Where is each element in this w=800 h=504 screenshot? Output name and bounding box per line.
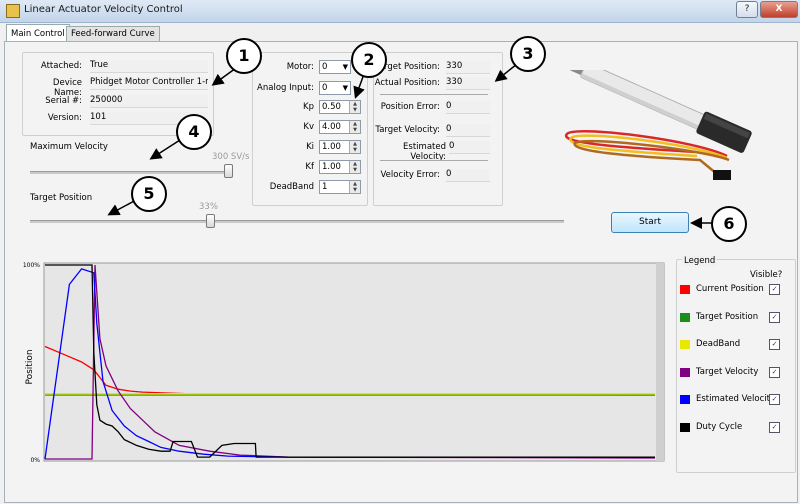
- legend-item: Estimated Velocity ✓: [680, 394, 790, 406]
- attached-value: True: [90, 60, 208, 73]
- callout-5: 5: [131, 176, 167, 212]
- serial-label: Serial #:: [45, 96, 82, 106]
- position-error-value: 0: [446, 101, 490, 114]
- analog-input-label: Analog Input:: [257, 83, 314, 93]
- y-tick-top: 100%: [23, 262, 40, 269]
- legend-label: Current Position: [696, 284, 764, 294]
- device-name-label: Device Name:: [52, 78, 82, 98]
- max-velocity-value: 300 SV/s: [212, 152, 250, 162]
- legend-swatch: [680, 340, 690, 349]
- legend-visible-checkbox[interactable]: ✓: [769, 366, 780, 378]
- kv-label: Kv: [303, 122, 314, 132]
- spin-arrows-icon[interactable]: ▲ ▼: [349, 141, 360, 153]
- y-axis-label: Position: [25, 349, 35, 384]
- velocity-error-label: Velocity Error:: [380, 170, 440, 180]
- max-velocity-label: Maximum Velocity: [30, 142, 108, 152]
- legend-item: Target Position ✓: [680, 311, 790, 324]
- max-velocity-track: [30, 171, 230, 174]
- linear-actuator-image: [564, 70, 752, 180]
- legend-swatch: [680, 285, 690, 294]
- motor-select[interactable]: 0 ▼: [319, 60, 351, 74]
- motor-label: Motor:: [286, 62, 314, 72]
- legend-item: Duty Cycle ✓: [680, 421, 790, 434]
- help-button[interactable]: ?: [736, 1, 758, 18]
- legend-item: DeadBand ✓: [680, 339, 790, 351]
- target-position-slider[interactable]: [206, 214, 216, 228]
- actual-position-label: Actual Position:: [374, 78, 440, 88]
- kf-input[interactable]: 1.00 ▲ ▼: [319, 160, 361, 174]
- attached-label: Attached:: [40, 61, 82, 71]
- legend-swatch: [680, 395, 690, 404]
- app-icon: [6, 4, 20, 18]
- target-velocity-label: Target Velocity:: [375, 125, 440, 135]
- legend-swatch: [680, 422, 690, 432]
- ki-label: Ki: [306, 142, 314, 152]
- plot-scrollbar[interactable]: [656, 263, 664, 461]
- target-position-track: [30, 220, 564, 223]
- legend-visible-checkbox[interactable]: ✓: [769, 394, 780, 405]
- position-error-label: Position Error:: [380, 102, 440, 112]
- serial-value: 250000: [90, 95, 208, 108]
- position-velocity-chart: Position 100% 0%: [8, 255, 673, 472]
- spin-arrows-icon[interactable]: ▲ ▼: [349, 161, 360, 173]
- deadband-label: DeadBand: [269, 182, 314, 192]
- chevron-down-icon: ▼: [342, 84, 348, 92]
- legend-swatch: [680, 367, 690, 377]
- version-label: Version:: [47, 113, 82, 123]
- target-position-value: 330: [446, 61, 490, 74]
- legend-visible-checkbox[interactable]: ✓: [769, 421, 780, 433]
- legend-label: Target Velocity: [696, 366, 759, 377]
- deadband-input[interactable]: 1 ▲ ▼: [319, 180, 361, 194]
- ki-input[interactable]: 1.00 ▲ ▼: [319, 140, 361, 154]
- close-button[interactable]: X: [760, 1, 798, 18]
- legend-visible-header: Visible?: [750, 270, 783, 280]
- device-name-value: Phidget Motor Controller 1-moto: [90, 77, 208, 90]
- spin-arrows-icon[interactable]: ▲ ▼: [349, 121, 360, 133]
- kf-label: Kf: [305, 162, 314, 172]
- divider: [380, 94, 488, 95]
- legend-visible-checkbox[interactable]: ✓: [769, 311, 780, 323]
- target-position-slider-label: Target Position: [30, 193, 93, 203]
- spin-arrows-icon[interactable]: ▲ ▼: [349, 181, 360, 193]
- legend-swatch: [680, 312, 690, 322]
- kv-input[interactable]: 4.00 ▲ ▼: [319, 120, 361, 134]
- analog-input-select[interactable]: 0 ▼: [319, 81, 351, 95]
- callout-4: 4: [176, 114, 212, 150]
- kp-label: Kp: [303, 102, 314, 112]
- plot-area: [43, 262, 665, 462]
- legend-title: Legend: [682, 256, 718, 266]
- callout-6: 6: [711, 206, 747, 242]
- legend-visible-checkbox[interactable]: ✓: [769, 339, 780, 350]
- legend-label: Estimated Velocity: [696, 394, 775, 404]
- actual-position-value: 330: [446, 77, 490, 90]
- velocity-error-value: 0: [446, 169, 490, 182]
- window-title: Linear Actuator Velocity Control: [24, 4, 183, 15]
- tab-feed-forward-curve[interactable]: Feed-forward Curve: [66, 26, 160, 42]
- divider: [380, 160, 488, 161]
- start-button[interactable]: Start: [611, 212, 689, 233]
- estimated-velocity-label: Estimated Velocity:: [403, 142, 446, 162]
- callout-1: 1: [226, 38, 262, 74]
- callout-2: 2: [351, 42, 387, 78]
- chevron-down-icon: ▼: [342, 63, 348, 71]
- legend-label: Duty Cycle: [696, 421, 743, 432]
- title-bar: Linear Actuator Velocity Control ? X: [0, 0, 800, 23]
- y-tick-bottom: 0%: [30, 457, 40, 464]
- estimated-velocity-value: 0: [449, 141, 490, 154]
- legend-item: Target Velocity ✓: [680, 366, 790, 379]
- legend-visible-checkbox[interactable]: ✓: [769, 284, 780, 295]
- max-velocity-slider[interactable]: [224, 164, 233, 178]
- callout-3: 3: [510, 36, 546, 72]
- target-velocity-value: 0: [446, 124, 490, 137]
- legend-item: Current Position ✓: [680, 284, 790, 296]
- kp-input[interactable]: 0.50 ▲ ▼: [319, 100, 361, 114]
- legend-label: Target Position: [696, 311, 759, 322]
- spin-arrows-icon[interactable]: ▲ ▼: [349, 101, 360, 113]
- target-position-slider-value: 33%: [199, 202, 218, 212]
- legend-label: DeadBand: [696, 339, 741, 349]
